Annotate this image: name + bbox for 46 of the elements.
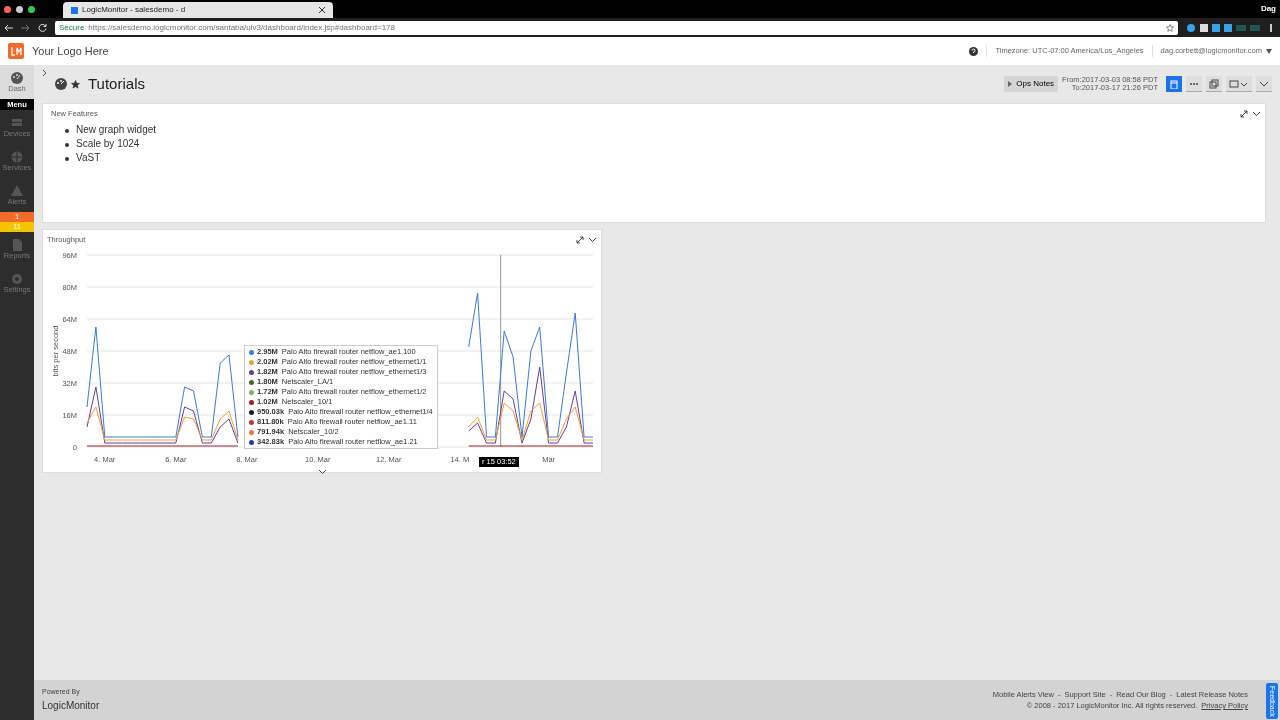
bullet-icon	[65, 142, 69, 147]
document-icon	[11, 238, 23, 251]
star-icon[interactable]	[71, 79, 80, 89]
expand-icon[interactable]	[1240, 109, 1248, 118]
globe-icon	[11, 150, 23, 163]
ops-notes-button[interactable]: Ops Notes	[1004, 76, 1059, 92]
feature-item: Scale by 1024	[76, 138, 140, 150]
toolbar-button[interactable]	[1256, 76, 1272, 92]
dashboard-title: Tutorials	[88, 73, 145, 94]
toolbar-button[interactable]	[1166, 76, 1182, 92]
window-controls-drawing	[4, 5, 35, 13]
settings-icon	[11, 272, 23, 285]
forward-icon[interactable]	[21, 23, 30, 32]
toolbar-button[interactable]	[1206, 76, 1222, 92]
toolbar-button[interactable]	[1186, 76, 1202, 92]
copy-icon	[1209, 78, 1219, 89]
brand-name: LogicMonitor	[42, 698, 100, 713]
server-icon	[11, 116, 23, 129]
warning-icon	[11, 184, 23, 197]
dashboard-icon	[55, 78, 67, 90]
feature-item: New graph widget	[76, 124, 157, 136]
back-icon[interactable]	[4, 23, 13, 32]
toolbar-button[interactable]	[1226, 76, 1252, 92]
caret-icon[interactable]	[588, 236, 597, 243]
close-icon[interactable]	[319, 7, 325, 13]
play-icon	[1008, 81, 1013, 87]
feature-item: VaST	[76, 152, 101, 164]
help-icon[interactable]	[969, 46, 979, 56]
caret-icon[interactable]	[317, 469, 327, 476]
logo-icon	[8, 43, 24, 59]
reload-icon[interactable]	[38, 23, 47, 32]
bookmark-star-icon[interactable]	[1166, 23, 1174, 32]
expand-icon[interactable]	[576, 235, 584, 244]
calendar-icon	[1169, 78, 1179, 89]
favicon-icon	[71, 6, 78, 14]
expand-sidebar-icon[interactable]	[42, 69, 47, 77]
bullet-icon	[65, 156, 69, 161]
logo-text: Your Logo Here	[32, 43, 109, 59]
gauge-icon	[11, 71, 23, 84]
profile-name[interactable]: Dag	[1260, 3, 1276, 15]
fit-icon	[1229, 78, 1249, 89]
caret-icon	[1266, 48, 1272, 54]
browser-tab[interactable]: LogicMonitor - salesdemo - d	[63, 2, 333, 18]
caret-icon[interactable]	[1252, 110, 1261, 117]
address-bar[interactable]: Secure https://salesdemo.logicmonitor.com/santaba/uiv3/dashboard/index.jsp#dashboard=178	[55, 20, 1178, 35]
bullet-icon	[65, 128, 69, 133]
